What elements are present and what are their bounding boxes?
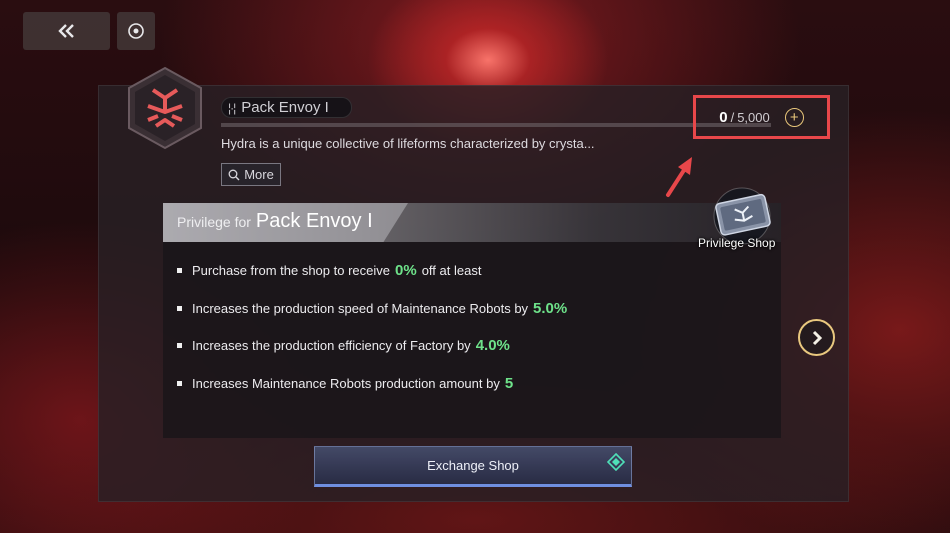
bullet-icon (177, 305, 182, 311)
more-label: More (244, 167, 274, 182)
diamond-icon (607, 453, 625, 471)
privilege-shop-label[interactable]: Privilege Shop (698, 236, 775, 250)
privilege-item-text: Increases the production efficiency of F… (192, 338, 471, 353)
next-button[interactable] (798, 319, 835, 356)
pack-name-tag: ¦·¦ Pack Envoy I (221, 97, 352, 118)
privilege-title-label: Privilege for (177, 214, 251, 230)
pointer-arrow-icon (666, 157, 692, 197)
chevron-right-icon (812, 330, 822, 345)
back-button[interactable] (23, 12, 110, 50)
privilege-item-text: Increases Maintenance Robots production … (192, 375, 500, 391)
pack-symbol-icon: ¦·¦ (228, 100, 236, 115)
privilege-item-suffix: off at least (421, 263, 482, 278)
progress-separator: / (730, 109, 735, 125)
pack-emblem-icon (128, 66, 202, 150)
double-chevron-left-icon (57, 24, 74, 38)
pack-description: Hydra is a unique collective of lifeform… (221, 136, 595, 151)
more-button[interactable]: More (221, 163, 281, 186)
privilege-item: Purchase from the shop to receive 0% off… (177, 262, 572, 300)
privilege-list: Purchase from the shop to receive 0% off… (177, 262, 572, 412)
exchange-shop-label: Exchange Shop (427, 458, 519, 473)
privilege-title: Privilege for Pack Envoy I (177, 210, 373, 233)
privilege-item-text: Increases the production speed of Mainte… (192, 300, 529, 316)
bullet-icon (177, 268, 182, 273)
privilege-item-value: 4.0% (475, 337, 510, 354)
privilege-item: Increases Maintenance Robots production … (177, 375, 572, 413)
progress-current: 0 (719, 108, 728, 126)
plus-icon: + (789, 108, 799, 126)
bullet-icon (177, 343, 182, 348)
progress-bar (221, 123, 771, 127)
privilege-item-value: 0% (395, 262, 417, 279)
privilege-item-text: Purchase from the shop to receive (192, 263, 390, 278)
privilege-item-value: 5.0% (533, 299, 568, 317)
bullet-icon (177, 380, 182, 386)
privilege-item-value: 5 (504, 374, 514, 392)
progress-counter: 0 / 5,000 + (693, 95, 830, 139)
progress-max: 5,000 (737, 109, 770, 125)
privilege-item: Increases the production speed of Mainte… (177, 300, 572, 338)
target-button[interactable] (117, 12, 155, 50)
privilege-item: Increases the production efficiency of F… (177, 337, 572, 375)
target-icon (128, 23, 144, 39)
add-points-button[interactable]: + (784, 107, 804, 127)
search-icon (228, 169, 240, 180)
exchange-shop-button[interactable]: Exchange Shop (314, 446, 632, 487)
pack-name: Pack Envoy I (241, 99, 329, 116)
privilege-title-name: Pack Envoy I (255, 210, 373, 232)
